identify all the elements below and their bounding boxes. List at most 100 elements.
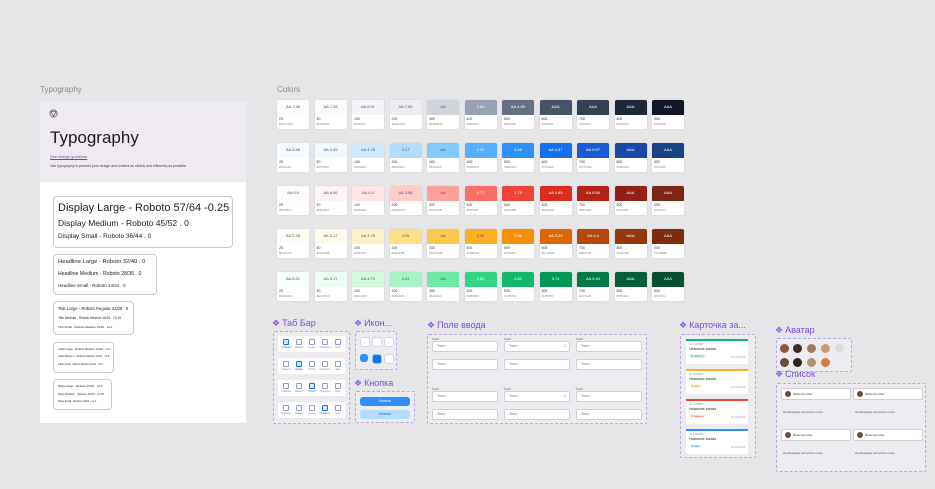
color-swatch-green-600[interactable]: 3.74 600 #039855 [539, 272, 572, 301]
text-input[interactable]: Текст [432, 409, 498, 420]
color-swatch-gray-900[interactable]: AAA 900 #101828 [652, 100, 684, 129]
color-swatch-blue-200[interactable]: 4.17 200 #B2DDFF [389, 143, 422, 172]
primary-button[interactable]: Кнопка [360, 397, 410, 406]
color-swatch-green-50[interactable]: AA 5.17 50 #ECFDF3 [314, 272, 347, 301]
color-swatch-red-50[interactable]: AA 6.06 50 #FEF3F2 [314, 186, 347, 215]
color-swatch-gray-100[interactable]: AA 6.97 100 #F2F4F7 [352, 100, 384, 129]
tab-item[interactable]: Заявки [293, 361, 305, 371]
tab-item[interactable]: Профиль [319, 339, 331, 349]
text-input[interactable]: Текст [432, 359, 498, 370]
color-swatch-green-700[interactable]: AA 5.44 700 #027A48 [577, 272, 609, 301]
tab-item[interactable]: Ещё [332, 339, 344, 349]
order-card[interactable]: № 1234567 Название заказа Отменен 12.01.202… [686, 399, 748, 424]
color-swatch-gray-300[interactable]: AA 300 #D0D5DD [427, 100, 459, 129]
color-swatch-red-100[interactable]: AA 6.4 100 #FEE4E2 [352, 186, 384, 215]
color-swatch-orange-300[interactable]: AA 300 #FEC84B [427, 229, 459, 258]
text-input[interactable]: Текст [432, 341, 498, 352]
tab-item[interactable]: Профиль [319, 383, 331, 393]
color-swatch-gray-600[interactable]: AAA 600 #475467 [539, 100, 572, 129]
color-swatch-red-200[interactable]: AA 3.58 200 #FECDCA [389, 186, 422, 215]
color-swatch-blue-50[interactable]: AA 5.55 50 #EFF8FF [314, 143, 347, 172]
color-swatch-green-500[interactable]: 2.83 500 #12B76A [502, 272, 534, 301]
tab-item[interactable]: Поиск [306, 339, 318, 349]
color-swatch-red-500[interactable]: 3.78 500 #F04438 [502, 186, 534, 215]
order-card[interactable]: № 1234567 Название заказа Новая 12.01.2023 [686, 369, 748, 394]
color-swatch-green-100[interactable]: AA 4.79 100 #D1FADF [352, 272, 384, 301]
color-swatch-blue-900[interactable]: AAA 900 #194185 [652, 143, 684, 172]
icon-button-2[interactable] [372, 337, 382, 347]
list-item[interactable]: Фамилия Имя [853, 429, 923, 441]
color-swatch-orange-600[interactable]: AA 3.23 600 #DC6803 [539, 229, 572, 258]
icon-button-6[interactable] [384, 354, 394, 364]
color-swatch-gray-800[interactable]: AAA 800 #1D2939 [614, 100, 647, 129]
color-swatch-orange-700[interactable]: AA 4.4 700 #B54708 [577, 229, 609, 258]
tab-item[interactable]: Заявки [293, 383, 305, 393]
text-input[interactable]: Текст [432, 391, 498, 402]
icon-button-5[interactable] [372, 354, 382, 364]
text-input[interactable]: Текст ⌕ [504, 391, 570, 402]
icon-button-1[interactable] [360, 337, 370, 347]
text-input[interactable]: Текст [504, 409, 570, 420]
tab-item[interactable]: Профиль [319, 405, 331, 415]
tab-item[interactable]: Поиск [306, 361, 318, 371]
text-input[interactable]: Текст [576, 409, 642, 420]
tab-item[interactable]: Ещё [332, 361, 344, 371]
tab-item[interactable]: Главная [280, 339, 292, 349]
color-swatch-green-400[interactable]: 1.82 400 #32D583 [464, 272, 497, 301]
list-item[interactable]: Фамилия Имя [781, 429, 851, 441]
tab-item[interactable]: Заявки [293, 405, 305, 415]
color-swatch-orange-800[interactable]: AAA 800 #93370D [614, 229, 647, 258]
tab-item[interactable]: Поиск [306, 405, 318, 415]
tab-item[interactable]: Главная [280, 361, 292, 371]
color-swatch-red-900[interactable]: AAA 900 #7A271A [652, 186, 684, 215]
icon-button-4[interactable] [360, 354, 368, 362]
color-swatch-blue-500[interactable]: 3.26 500 #2E90FA [502, 143, 534, 172]
color-swatch-green-25[interactable]: AA 5.31 25 #F6FEF9 [277, 272, 309, 301]
design-guideline-link[interactable]: See design guideline [50, 154, 87, 159]
color-swatch-blue-800[interactable]: AAA 800 #1849A9 [614, 143, 647, 172]
order-card[interactable]: № 1234567 Название заказа Новая 12.01.2023 [686, 429, 748, 454]
color-swatch-gray-25[interactable]: AA 7.46 25 #FCFCFD [277, 100, 309, 129]
color-swatch-gray-500[interactable]: AA 4.85 500 #667085 [502, 100, 534, 129]
color-swatch-red-25[interactable]: AA 6.6 25 #FFFBFA [277, 186, 309, 215]
list-item[interactable]: Фамилия Имя [781, 388, 851, 400]
color-swatch-orange-200[interactable]: 4.05 200 #FEDF89 [389, 229, 422, 258]
color-swatch-blue-700[interactable]: AA 5.97 700 #175CD3 [577, 143, 609, 172]
color-swatch-blue-400[interactable]: 2.22 400 #53B1FD [464, 143, 497, 172]
color-swatch-green-900[interactable]: AAA 900 #054F31 [652, 272, 684, 301]
text-input[interactable]: Текст [576, 391, 642, 402]
color-swatch-red-700[interactable]: AA 6.60 700 #B42318 [577, 186, 609, 215]
tab-item[interactable]: Поиск [306, 383, 318, 393]
color-swatch-orange-25[interactable]: AA 5.28 25 #FFFCF5 [277, 229, 309, 258]
color-swatch-orange-100[interactable]: AA 4.75 100 #FEF0C7 [352, 229, 384, 258]
tab-item[interactable]: Главная [280, 383, 292, 393]
order-card[interactable]: № 1234567 Название заказа В работе 12.01.20… [686, 339, 748, 364]
text-input[interactable]: Текст [576, 359, 642, 370]
color-swatch-gray-700[interactable]: AAA 700 #344054 [577, 100, 609, 129]
color-swatch-blue-300[interactable]: AA 300 #84CAFF [427, 143, 459, 172]
color-swatch-orange-50[interactable]: AA 5.17 50 #FFFAEB [314, 229, 347, 258]
color-swatch-red-400[interactable]: 2.71 400 #F97066 [464, 186, 497, 215]
color-swatch-blue-100[interactable]: AA 4.78 100 #D1E9FF [352, 143, 384, 172]
color-swatch-gray-400[interactable]: 3.84 400 #98A2B3 [464, 100, 497, 129]
color-swatch-orange-400[interactable]: 2.06 400 #FDB022 [464, 229, 497, 258]
text-input[interactable]: Текст ⌕ [504, 341, 570, 352]
tab-item[interactable]: Главная [280, 405, 292, 415]
color-swatch-red-800[interactable]: AAA 800 #912018 [614, 186, 647, 215]
color-swatch-blue-25[interactable]: AA 5.88 25 #F5FAFF [277, 143, 309, 172]
tab-item[interactable]: Заявки [293, 339, 305, 349]
text-input[interactable]: Текст [576, 341, 642, 352]
tab-item[interactable]: Ещё [332, 383, 344, 393]
color-swatch-green-300[interactable]: AA 300 #6CE9A6 [427, 272, 459, 301]
tab-item[interactable]: Профиль [319, 361, 331, 371]
color-swatch-orange-500[interactable]: 2.38 500 #F79009 [502, 229, 534, 258]
color-swatch-blue-600[interactable]: AA 4.57 600 #1570EF [539, 143, 572, 172]
color-swatch-gray-200[interactable]: AA 7.06 200 #EAECF0 [389, 100, 422, 129]
color-swatch-gray-50[interactable]: AA 7.26 50 #F9FAFB [314, 100, 347, 129]
color-swatch-red-600[interactable]: AA 4.83 600 #D92D20 [539, 186, 572, 215]
color-swatch-orange-900[interactable]: AAA 900 #7A2E0E [652, 229, 684, 258]
typography-frame[interactable]: Typography See design guideline Use typo… [40, 102, 246, 423]
color-swatch-red-300[interactable]: AA 300 #FDA29B [427, 186, 459, 215]
tab-item[interactable]: Ещё [332, 405, 344, 415]
icon-button-3[interactable] [384, 337, 394, 347]
